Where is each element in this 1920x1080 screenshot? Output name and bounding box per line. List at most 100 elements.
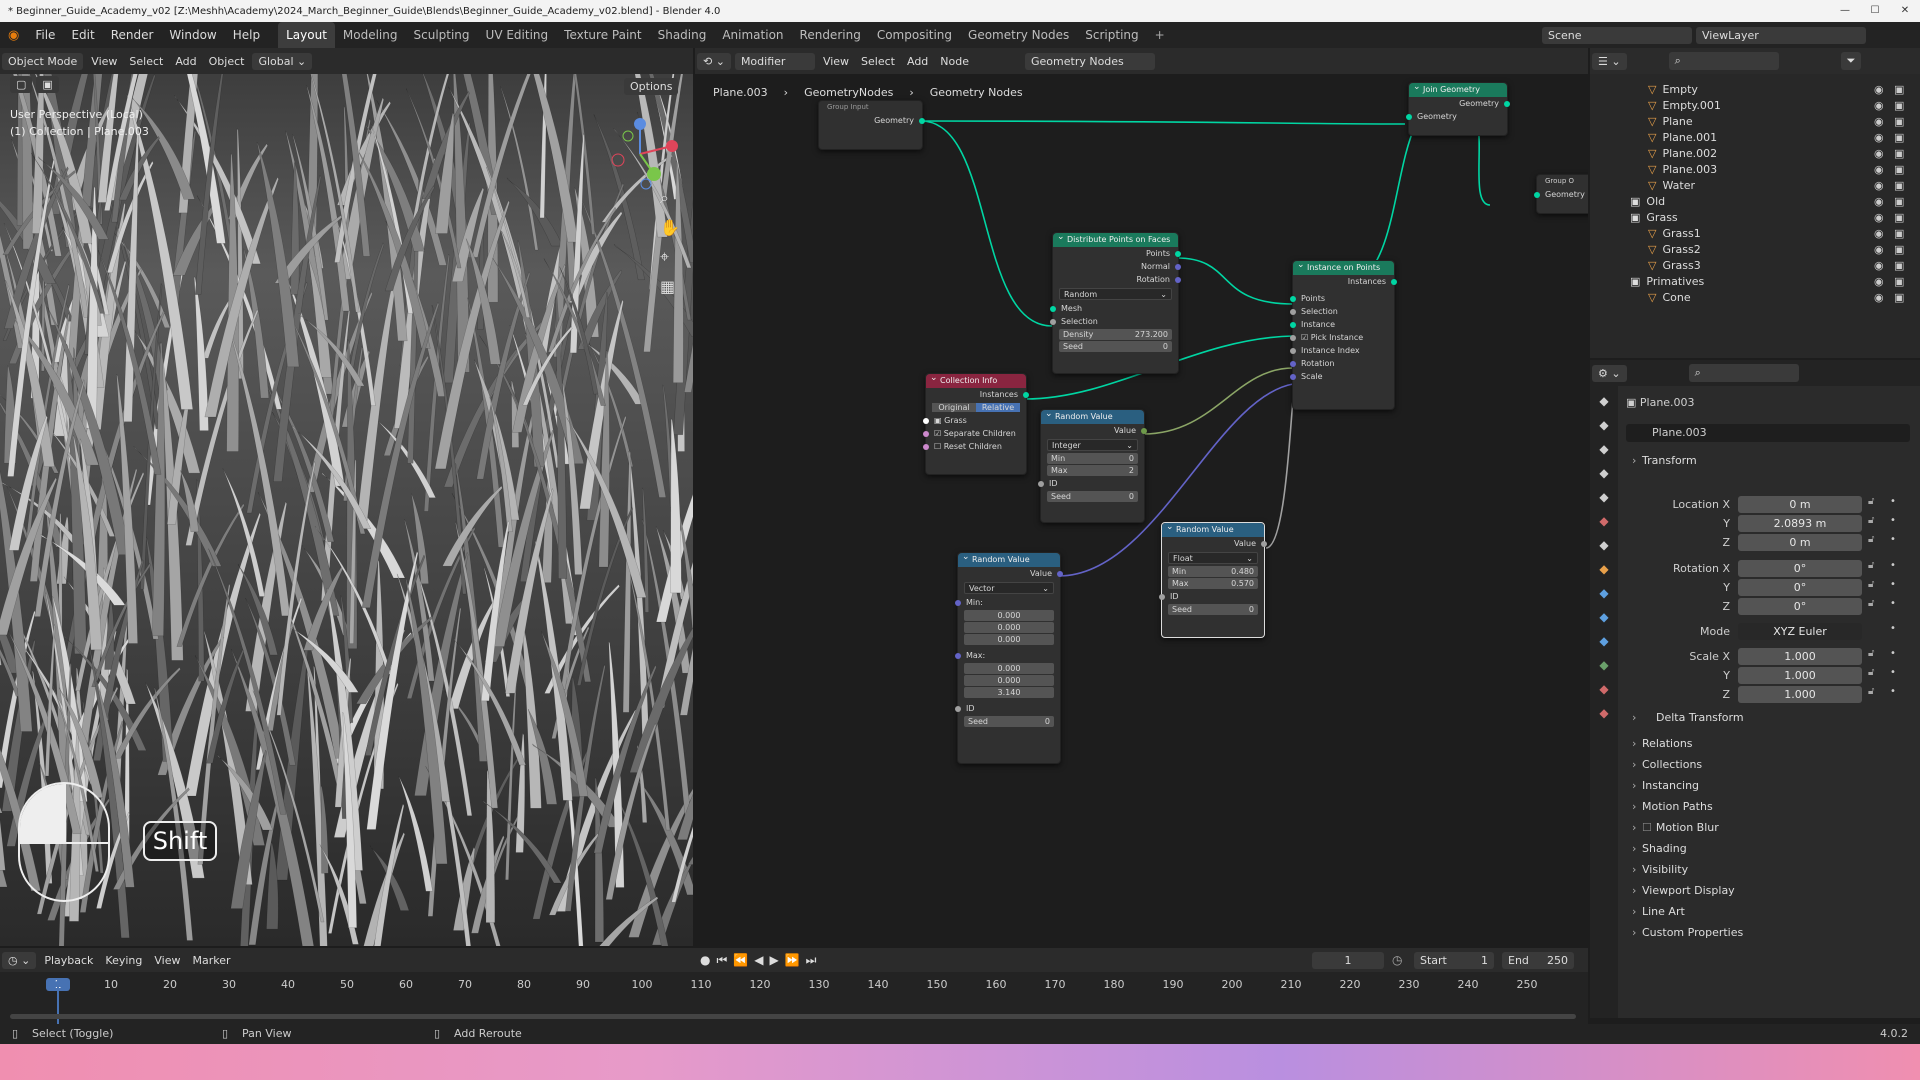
3d-viewport[interactable]: Object Mode View Select Add Object Global ⌄…: [0, 48, 693, 946]
workspace-tab-rendering[interactable]: Rendering: [792, 22, 869, 48]
viewport-menu-add[interactable]: Add: [169, 55, 202, 68]
render-camera-icon[interactable]: ▣: [1894, 98, 1904, 114]
workspace-tab-shading[interactable]: Shading: [650, 22, 715, 48]
visibility-eye-icon[interactable]: ◉: [1874, 226, 1884, 242]
original-option[interactable]: Original: [932, 403, 976, 412]
tool-tab-icon[interactable]: ◆: [1599, 394, 1608, 408]
frame-ruler[interactable]: 1102030405060708090100110120130140150160…: [0, 978, 1588, 994]
timeline-menu-keying[interactable]: Keying: [99, 954, 148, 967]
display-mode-icon[interactable]: ☰ ⌄: [1592, 52, 1627, 70]
collection-tab-icon[interactable]: ◆: [1599, 538, 1608, 552]
menu-render[interactable]: Render: [103, 22, 162, 48]
visibility-eye-icon[interactable]: ◉: [1874, 98, 1884, 114]
min-x-field[interactable]: 0.000: [964, 610, 1054, 621]
instance-input-socket[interactable]: Scale: [1290, 370, 1394, 383]
instance-input-socket[interactable]: ☑ Pick Instance: [1290, 331, 1394, 344]
physics-tab-icon[interactable]: ◆: [1599, 634, 1608, 648]
group-output-node[interactable]: Group O Geometry: [1534, 174, 1588, 214]
render-camera-icon[interactable]: ▣: [1894, 82, 1904, 98]
transform-section-header[interactable]: Transform: [1626, 450, 1910, 471]
scale-x-field[interactable]: 1.000: [1738, 648, 1862, 665]
join-input-socket[interactable]: Geometry: [1406, 110, 1507, 123]
group-input-node[interactable]: Group Input Geometry: [818, 100, 925, 150]
lock-icon[interactable]: 🔓︎: [1868, 560, 1874, 571]
select-box-tool[interactable]: ▢: [10, 76, 33, 93]
scale-z-field[interactable]: 1.000: [1738, 686, 1862, 703]
keyframe-dot-icon[interactable]: •: [1890, 667, 1896, 678]
rotation-x-field[interactable]: 0°: [1738, 560, 1862, 577]
data-type-dropdown[interactable]: Float ⌄: [1168, 552, 1258, 564]
group-input-geometry-output[interactable]: Geometry: [819, 114, 925, 127]
workspace-tab-uv-editing[interactable]: UV Editing: [478, 22, 557, 48]
object-tab-icon[interactable]: ◆: [1599, 562, 1608, 576]
keyframe-dot-icon[interactable]: •: [1890, 560, 1896, 571]
section-viewport-display[interactable]: Viewport Display: [1626, 880, 1910, 901]
min-field[interactable]: Min 0: [1047, 453, 1138, 464]
location-z-field[interactable]: 0 m: [1738, 534, 1862, 551]
keyframe-dot-icon[interactable]: •: [1890, 623, 1896, 634]
distribute-output-socket[interactable]: Normal: [1053, 260, 1181, 273]
menu-file[interactable]: File: [27, 22, 63, 48]
seed-field[interactable]: Seed 0: [1168, 604, 1258, 615]
lock-icon[interactable]: 🔓︎: [1868, 534, 1874, 545]
blender-logo-icon[interactable]: ◉: [0, 28, 27, 43]
transform-orientation[interactable]: Global ⌄: [252, 52, 313, 70]
keyframe-dot-icon[interactable]: •: [1890, 598, 1896, 609]
select-mode-icon[interactable]: ▣: [36, 76, 59, 93]
outliner-item[interactable]: ▽ Cone ◉ ▣: [1590, 290, 1920, 306]
start-frame-field[interactable]: Start 1: [1414, 951, 1494, 969]
lock-icon[interactable]: 🔓︎: [1868, 496, 1874, 507]
visibility-eye-icon[interactable]: ◉: [1874, 258, 1884, 274]
distribute-output-socket[interactable]: Rotation: [1053, 273, 1181, 286]
render-camera-icon[interactable]: ▣: [1894, 162, 1904, 178]
keyframe-dot-icon[interactable]: •: [1890, 648, 1896, 659]
jump-end-icon[interactable]: ⏭: [806, 953, 817, 968]
keyframe-dot-icon[interactable]: •: [1890, 534, 1896, 545]
camera-icon[interactable]: ⌖: [660, 247, 680, 267]
zoom-icon[interactable]: ⌕: [660, 188, 680, 208]
render-camera-icon[interactable]: ▣: [1894, 130, 1904, 146]
render-camera-icon[interactable]: ▣: [1894, 114, 1904, 130]
workspace-tab-compositing[interactable]: Compositing: [869, 22, 960, 48]
timeline-menu-view[interactable]: View: [148, 954, 186, 967]
maximize-button[interactable]: ☐: [1860, 0, 1890, 22]
world-tab-icon[interactable]: ◆: [1599, 514, 1608, 528]
scene-tab-icon[interactable]: ◆: [1599, 490, 1608, 504]
max-field[interactable]: Max 2: [1047, 465, 1138, 476]
section-motion-paths[interactable]: Motion Paths: [1626, 796, 1910, 817]
outliner-item[interactable]: ▣ Grass ◉ ▣: [1590, 210, 1920, 226]
visibility-eye-icon[interactable]: ◉: [1874, 162, 1884, 178]
instance-input-socket[interactable]: Points: [1290, 292, 1394, 305]
visibility-eye-icon[interactable]: ◉: [1874, 242, 1884, 258]
properties-search[interactable]: ⌕: [1688, 364, 1799, 382]
timeline-menu-playback[interactable]: Playback: [38, 954, 99, 967]
visibility-eye-icon[interactable]: ◉: [1874, 178, 1884, 194]
instance-on-points-node[interactable]: Instance on Points Instances Points Selec…: [1290, 258, 1397, 410]
data-tab-icon[interactable]: ◆: [1599, 682, 1608, 696]
keyframe-dot-icon[interactable]: •: [1890, 515, 1896, 526]
jump-start-icon[interactable]: ⏮: [716, 953, 727, 968]
workspace-tab-texture-paint[interactable]: Texture Paint: [556, 22, 649, 48]
outliner-item[interactable]: ▣ Old ◉ ▣: [1590, 194, 1920, 210]
viewport-menu-view[interactable]: View: [85, 55, 123, 68]
options-button[interactable]: Options: [624, 78, 679, 95]
collection-field[interactable]: ▣ Grass: [923, 414, 1026, 427]
instances-output-socket[interactable]: Instances: [1293, 275, 1397, 288]
lock-icon[interactable]: 🔓︎: [1868, 686, 1874, 697]
render-camera-icon[interactable]: ▣: [1894, 178, 1904, 194]
collection-info-node[interactable]: Collection Info Instances Original Relat…: [923, 371, 1029, 475]
viewlayer-selector[interactable]: ViewLayer: [1696, 26, 1866, 44]
checkbox-icon[interactable]: ☐: [1642, 821, 1652, 834]
instance-input-socket[interactable]: Selection: [1290, 305, 1394, 318]
visibility-eye-icon[interactable]: ◉: [1874, 290, 1884, 306]
next-key-icon[interactable]: ⏩: [785, 953, 800, 968]
max-x-field[interactable]: 0.000: [964, 663, 1054, 674]
outliner-item[interactable]: ▽ Plane.002 ◉ ▣: [1590, 146, 1920, 162]
timeline-scrollbar[interactable]: [10, 1014, 1576, 1019]
outliner-item[interactable]: ▽ Plane.003 ◉ ▣: [1590, 162, 1920, 178]
visibility-eye-icon[interactable]: ◉: [1874, 130, 1884, 146]
workspace-tab-animation[interactable]: Animation: [714, 22, 791, 48]
mode-selector[interactable]: Object Mode: [2, 52, 84, 70]
separate-children-checkbox[interactable]: ☑ Separate Children: [923, 427, 1026, 440]
rotation-mode-field[interactable]: XYZ Euler: [1738, 623, 1862, 640]
